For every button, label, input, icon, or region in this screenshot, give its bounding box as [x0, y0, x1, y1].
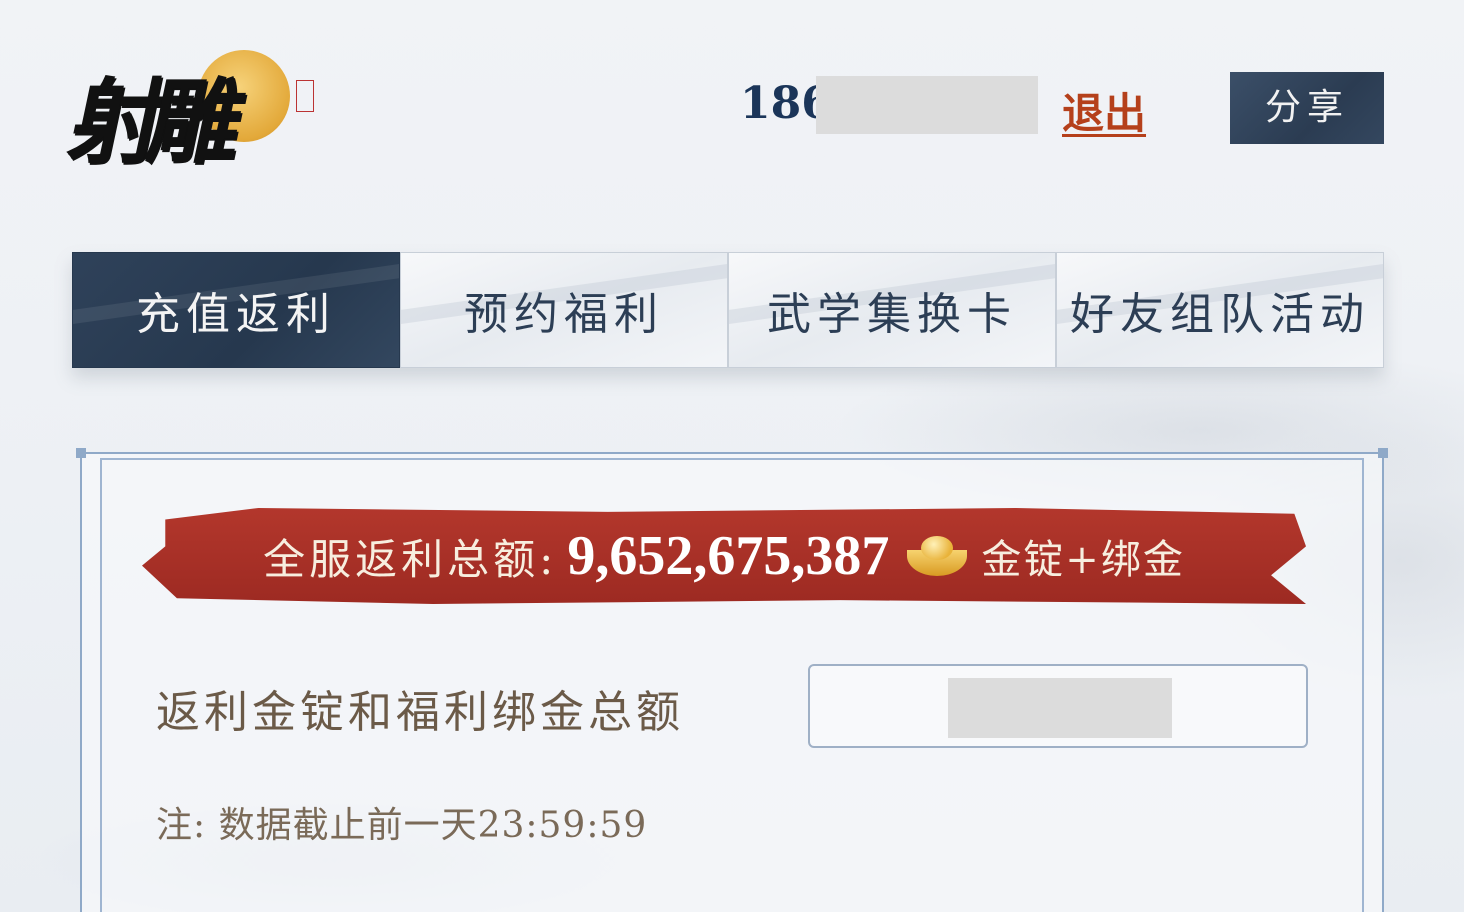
logo-seal-icon: [296, 80, 314, 112]
share-button[interactable]: 分享: [1230, 72, 1384, 144]
total-rebate-banner: 全服返利总额: 9,652,675,387 金锭+绑金: [142, 508, 1306, 604]
frame-corner: [76, 448, 86, 458]
logo-text: 射雕: [60, 68, 240, 176]
logout-link[interactable]: 退出: [1062, 80, 1146, 141]
summary-value-box: 1356: [808, 664, 1308, 748]
tab-friend-team-activity[interactable]: 好友组队活动: [1056, 252, 1384, 368]
gold-ingot-icon: [907, 536, 968, 576]
tab-martial-arts-cards[interactable]: 武学集换卡: [728, 252, 1056, 368]
frame-corner: [1378, 448, 1388, 458]
summary-label: 返利金锭和福利绑金总额: [156, 687, 684, 738]
banner-total-value: 9,652,675,387: [567, 525, 890, 587]
tab-reservation-benefits[interactable]: 预约福利: [400, 252, 728, 368]
summary-value-redaction: [948, 678, 1172, 738]
banner-unit: 金锭+绑金: [981, 537, 1185, 583]
tab-recharge-rebate[interactable]: 充值返利: [72, 252, 400, 368]
data-cutoff-note: 注: 数据截止前一天23:59:59: [156, 805, 648, 846]
masked-phone-redaction: [816, 76, 1038, 134]
banner-label: 全服返利总额:: [263, 534, 558, 584]
game-logo: 射雕: [61, 40, 330, 190]
activity-tabs: 充值返利 预约福利 武学集换卡 好友组队活动: [72, 252, 1384, 368]
